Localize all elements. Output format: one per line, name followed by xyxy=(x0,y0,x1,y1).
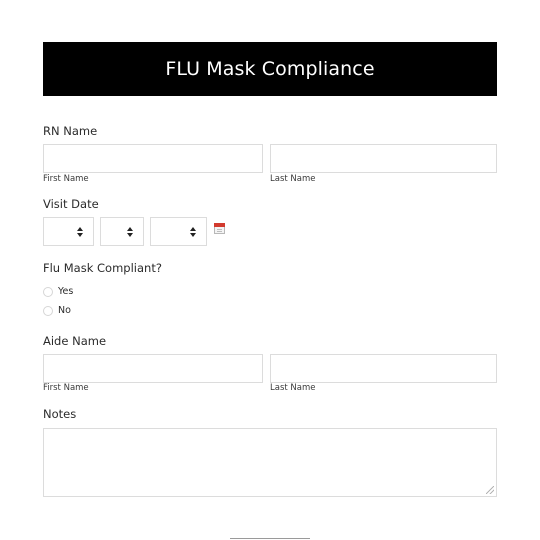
resize-grip-icon[interactable] xyxy=(486,486,494,494)
form-title: FLU Mask Compliance xyxy=(165,58,375,80)
radio-label-no: No xyxy=(58,305,71,316)
aide-name-label: Aide Name xyxy=(43,334,107,348)
rn-last-name-sublabel: Last Name xyxy=(270,174,316,184)
submit-button-edge[interactable] xyxy=(230,538,310,539)
aide-first-name-input[interactable] xyxy=(43,354,263,383)
aide-last-name-sublabel: Last Name xyxy=(270,383,316,393)
mask-compliant-label: Flu Mask Compliant? xyxy=(43,261,162,275)
visit-date-label: Visit Date xyxy=(43,197,99,211)
notes-label: Notes xyxy=(43,407,77,421)
rn-last-name-input[interactable] xyxy=(270,144,497,173)
aide-last-name-input[interactable] xyxy=(270,354,497,383)
form-title-banner: FLU Mask Compliance xyxy=(43,42,497,96)
rn-first-name-sublabel: First Name xyxy=(43,174,89,184)
radio-circle-yes[interactable] xyxy=(43,286,53,297)
select-arrows-icon xyxy=(127,227,134,238)
visit-day-select[interactable] xyxy=(100,217,144,246)
radio-option-yes[interactable]: Yes xyxy=(43,286,73,297)
rn-name-label: RN Name xyxy=(43,124,98,138)
notes-textarea[interactable] xyxy=(43,428,497,497)
aide-first-name-sublabel: First Name xyxy=(43,383,89,393)
select-arrows-icon xyxy=(190,227,197,238)
rn-first-name-input[interactable] xyxy=(43,144,263,173)
visit-year-select[interactable] xyxy=(150,217,207,246)
visit-month-select[interactable] xyxy=(43,217,94,246)
radio-option-no[interactable]: No xyxy=(43,305,71,316)
select-arrows-icon xyxy=(77,227,84,238)
radio-label-yes: Yes xyxy=(58,286,74,297)
calendar-icon[interactable] xyxy=(214,223,225,234)
radio-circle-no[interactable] xyxy=(43,305,53,316)
